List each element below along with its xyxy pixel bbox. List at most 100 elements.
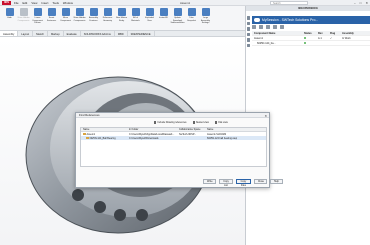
status-icon xyxy=(304,36,306,39)
ribbon-button[interactable]: Show Hidden Components xyxy=(73,8,86,29)
status-icon xyxy=(304,41,306,44)
more-icon[interactable] xyxy=(280,25,284,29)
refresh-icon[interactable] xyxy=(266,25,270,29)
flat-view-option[interactable]: Flat view xyxy=(214,121,228,124)
ribbon-button[interactable]: Take Snapshot xyxy=(185,8,198,29)
copy-files-button[interactable]: Copy Files xyxy=(236,179,251,187)
session-banner[interactable]: MySession - SWTech Solutions Pro... xyxy=(252,16,370,24)
tab-mbd[interactable]: MBD xyxy=(115,31,128,36)
dialog-title: Find References xyxy=(76,113,269,118)
tab-3dexperience[interactable]: 3DEXPERIENCE xyxy=(128,31,155,36)
ribbon-button[interactable]: Exploded View xyxy=(143,8,156,29)
ribbon-command-icon xyxy=(61,8,70,16)
radio[interactable] xyxy=(214,121,218,124)
tab-sketch[interactable]: Sketch xyxy=(33,31,48,36)
ribbon-command-icon xyxy=(89,8,98,16)
ribbon-button[interactable]: Show Hidden Components xyxy=(17,8,30,29)
ribbon-button[interactable]: Bill of Materials xyxy=(129,8,142,29)
ribbon-button[interactable]: Instant3D xyxy=(157,8,170,29)
document-title: Assem1 xyxy=(180,1,191,6)
ribbon-command-icon xyxy=(103,8,112,16)
ribbon-button[interactable]: Linear Component Pattern xyxy=(31,8,44,29)
dialog-close-button[interactable]: ✕ xyxy=(264,114,267,118)
ribbon-button-label: New Motion Study xyxy=(116,17,127,22)
ribbon-button[interactable]: Reference Geometry xyxy=(101,8,114,29)
table-row[interactable]: Assem1 C:\Users\Mysoft\AppData\Local\Das… xyxy=(81,132,266,136)
copy-list-button[interactable]: Copy List xyxy=(219,179,234,187)
ribbon-button-label: Instant3D xyxy=(159,17,168,19)
ribbon-command-icon xyxy=(5,8,14,16)
tab-markup[interactable]: Markup xyxy=(48,31,64,36)
ribbon-button-label: Exploded View xyxy=(145,17,154,22)
file-explorer-icon[interactable] xyxy=(246,32,251,36)
design-library-icon[interactable] xyxy=(246,27,251,31)
tab-assembly[interactable]: Assembly xyxy=(0,31,19,36)
maximize-button[interactable]: □ xyxy=(360,1,362,5)
session-title: MySession - SWTech Solutions Pro... xyxy=(262,18,319,22)
app-logo[interactable]: 3DS xyxy=(2,1,11,5)
menu-view[interactable]: View xyxy=(31,1,37,5)
ribbon-button[interactable]: Hide xyxy=(3,8,16,29)
table-row[interactable]: 6025N-124_ba... xyxy=(252,41,370,46)
menu-file[interactable]: File xyxy=(14,1,19,5)
ribbon-button[interactable]: Assembly Features xyxy=(87,8,100,29)
ribbon-command-icon xyxy=(117,8,126,16)
taskpane-header: 3DEXPERIENCE xyxy=(246,6,370,11)
references-table: Name In Folder Collaborative Space Name … xyxy=(80,127,267,167)
ribbon-button-label: Show Hidden Components xyxy=(73,17,86,22)
ribbon-button-label: Show Hidden Components xyxy=(17,17,30,22)
ribbon-items: Hide Show Hidden Components Linear Compone… xyxy=(3,8,212,29)
tab-evaluate[interactable]: Evaluate xyxy=(64,31,81,36)
help-button[interactable]: Help xyxy=(269,179,283,184)
tab-layout[interactable]: Layout xyxy=(18,31,34,36)
ribbon-command-icon xyxy=(19,8,28,16)
ribbon-command-icon xyxy=(159,8,168,16)
ribbon-command-icon xyxy=(173,8,182,16)
ribbon-button[interactable]: New Motion Study xyxy=(115,8,128,29)
home-icon[interactable] xyxy=(246,16,251,20)
dialog-buttons: Write Copy List Copy Files Close Help xyxy=(203,179,283,187)
ribbon-button-label: Smart Fasteners xyxy=(46,17,57,22)
menu-tools[interactable]: Tools xyxy=(52,1,59,5)
minimize-button[interactable]: – xyxy=(354,1,356,5)
table-row[interactable]: 6025N-124_Ball Bearing C:\Users\Mysoft\D… xyxy=(81,136,266,140)
menu-window[interactable]: Window xyxy=(63,1,73,5)
menu-bar: File Edit View Insert Tools Window xyxy=(14,1,73,5)
ribbon-button-label: Hide xyxy=(7,17,12,19)
close-button[interactable]: Close xyxy=(253,179,267,184)
part-icon xyxy=(86,136,89,140)
component-table: Component Name Status Rev Flag Assembly … xyxy=(252,31,370,46)
filter-icon[interactable] xyxy=(273,25,277,29)
ribbon-button[interactable]: Large Assembly Settings xyxy=(199,8,212,29)
resources-icon[interactable] xyxy=(246,21,251,25)
find-references-dialog: Find References ✕ Include Drawing refere… xyxy=(75,112,283,188)
view-palette-icon[interactable] xyxy=(246,38,251,42)
taskpane-side-tabs xyxy=(246,14,251,74)
tab-addins[interactable]: SOLIDWORKS Add-Ins xyxy=(81,31,115,36)
lifecycle-icon[interactable] xyxy=(259,25,263,29)
appearances-icon[interactable] xyxy=(246,43,251,47)
ribbon-command-icon xyxy=(187,8,196,16)
ribbon-button-label: Move Component xyxy=(60,17,71,22)
taskpane-toolbar xyxy=(252,25,284,29)
radio[interactable] xyxy=(192,121,195,124)
ribbon-button-label: Assembly Features xyxy=(88,17,98,22)
ribbon-button-label: Update Speedpak Subassemblies xyxy=(170,17,185,24)
ribbon-command-icon xyxy=(75,8,84,16)
include-drawings-option[interactable]: Include Drawing references xyxy=(154,121,187,124)
checkbox[interactable] xyxy=(154,121,157,124)
save-icon[interactable] xyxy=(252,25,256,29)
search-input[interactable]: Search xyxy=(270,1,308,5)
menu-edit[interactable]: Edit xyxy=(23,1,28,5)
dialog-options: Include Drawing references Nested view F… xyxy=(154,121,228,124)
ribbon-button[interactable]: Update Speedpak Subassemblies xyxy=(170,8,185,29)
ribbon-command-icon xyxy=(145,8,154,16)
nested-view-option[interactable]: Nested view xyxy=(192,121,209,124)
ribbon-button[interactable]: Move Component xyxy=(59,8,72,29)
close-window-button[interactable]: ✕ xyxy=(365,1,368,5)
ribbon-button-label: Reference Geometry xyxy=(102,17,113,22)
write-button[interactable]: Write xyxy=(203,179,216,184)
ribbon-button-label: Large Assembly Settings xyxy=(200,17,210,24)
menu-insert[interactable]: Insert xyxy=(41,1,48,5)
ribbon-button[interactable]: Smart Fasteners xyxy=(45,8,58,29)
